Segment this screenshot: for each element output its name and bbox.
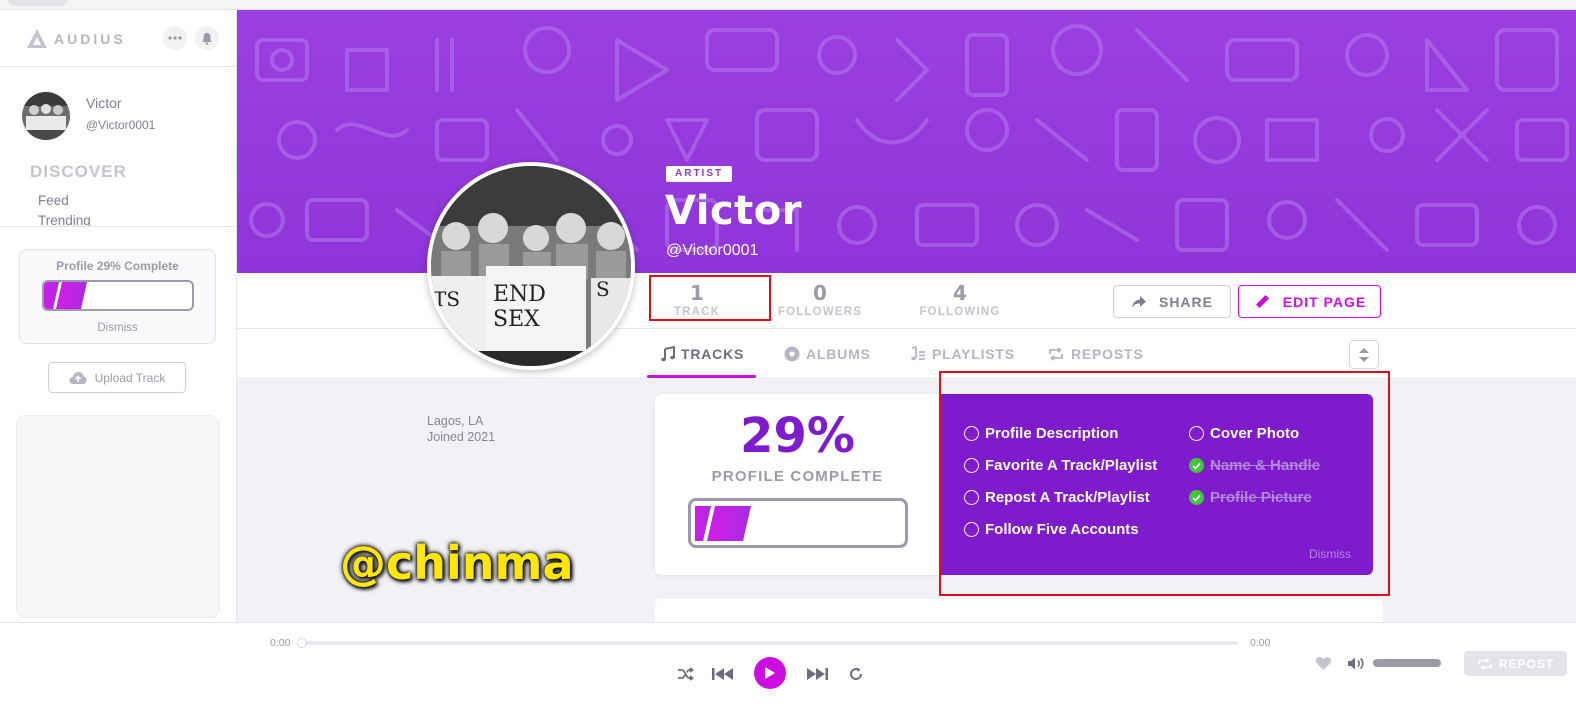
svg-text:END: END	[493, 282, 546, 307]
progress-fill	[44, 282, 87, 309]
sidebar-link-trending[interactable]: Trending	[38, 213, 91, 227]
tab-playlists-label: PLAYLISTS	[932, 346, 1015, 362]
logo-text: AUDIUS	[54, 31, 126, 47]
tab-reposts[interactable]: REPOSTS	[1047, 340, 1144, 368]
playbar	[0, 622, 1576, 714]
completion-percent: 29%	[740, 408, 855, 464]
browser-top-strip	[0, 0, 1576, 10]
discover-heading: DISCOVER	[30, 162, 127, 181]
time-elapsed: 0:00	[270, 637, 291, 649]
profile-picture[interactable]: END SEX TS S	[427, 162, 635, 370]
completion-progress-fill	[695, 506, 751, 541]
profile-progress-title: Profile 29% Complete	[56, 259, 179, 273]
music-note-icon	[661, 346, 675, 362]
notification-bell-icon[interactable]	[195, 26, 219, 50]
profile-location: Lagos, LA	[427, 414, 484, 428]
profile-photo-image: END SEX TS S	[431, 166, 631, 366]
repost-icon	[1478, 657, 1492, 670]
favorite-heart-icon[interactable]	[1314, 655, 1332, 671]
shuffle-icon[interactable]	[676, 666, 694, 682]
next-track-icon[interactable]	[805, 666, 829, 682]
stat-following-value: 4	[953, 281, 967, 305]
svg-text:TS: TS	[433, 287, 460, 311]
sidebar-link-feed[interactable]: Feed	[38, 193, 69, 208]
active-tab-underline	[647, 375, 756, 378]
tab-reposts-label: REPOSTS	[1071, 346, 1144, 362]
audius-logo-icon	[27, 29, 47, 48]
play-button[interactable]	[754, 657, 786, 689]
play-icon	[765, 667, 775, 679]
user-avatar[interactable]	[22, 92, 70, 140]
profile-location-info: Lagos, LA Joined 2021	[427, 413, 495, 445]
completion-label: PROFILE COMPLETE	[711, 468, 884, 485]
seek-handle[interactable]	[297, 638, 307, 648]
tab-albums-label: ALBUMS	[806, 346, 871, 362]
artist-handle: @Victor0001	[666, 242, 759, 259]
audius-logo[interactable]: AUDIUS	[26, 28, 126, 50]
watermark-text: @chinma	[340, 536, 574, 590]
sidebar-user-handle[interactable]: @Victor0001	[86, 118, 155, 132]
profile-progress-bar	[42, 280, 194, 311]
sort-button[interactable]	[1349, 340, 1379, 369]
stat-followers[interactable]: 0 FOLLOWERS	[770, 282, 870, 318]
share-button[interactable]: SHARE	[1113, 285, 1231, 318]
sidebar-empty-card	[16, 415, 220, 618]
pencil-icon	[1254, 294, 1269, 309]
seek-bar[interactable]	[301, 641, 1238, 645]
left-sidebar: AUDIUS Victor @Victor0001 DISCOVER Feed …	[0, 10, 237, 622]
more-options-icon[interactable]	[163, 26, 187, 50]
top-tab-pill	[8, 0, 68, 6]
stat-followers-value: 0	[813, 281, 827, 305]
album-icon	[784, 346, 800, 362]
completion-progress-bar	[688, 498, 908, 548]
volume-slider[interactable]	[1373, 659, 1441, 667]
repeat-icon[interactable]	[848, 666, 864, 682]
artist-badge: ARTIST	[666, 166, 733, 182]
profile-joined: Joined 2021	[427, 430, 496, 444]
sidebar-user-name[interactable]: Victor	[86, 95, 122, 111]
upload-track-button[interactable]: Upload Track	[48, 362, 186, 393]
cloud-upload-icon	[69, 371, 87, 384]
upload-track-label: Upload Track	[94, 370, 166, 385]
volume-icon[interactable]	[1347, 655, 1365, 671]
player-repost-label: REPOST	[1498, 656, 1555, 671]
playlist-icon	[911, 346, 925, 361]
previous-track-icon[interactable]	[711, 666, 735, 682]
sort-arrows-icon	[1359, 347, 1369, 362]
edit-page-label: EDIT PAGE	[1282, 293, 1367, 310]
svg-text:S: S	[596, 277, 610, 301]
stat-followers-label: FOLLOWERS	[777, 306, 863, 318]
share-arrow-icon	[1131, 295, 1146, 308]
tab-playlists[interactable]: PLAYLISTS	[908, 340, 1015, 368]
profile-completion-card: 29% PROFILE COMPLETE	[655, 394, 940, 575]
progress-dismiss-link[interactable]: Dismiss	[20, 322, 215, 334]
stat-following-label: FOLLOWING	[919, 306, 1001, 318]
tab-tracks[interactable]: TRACKS	[661, 340, 744, 368]
tab-tracks-label: TRACKS	[681, 346, 745, 362]
artist-name: Victor	[665, 188, 803, 234]
svg-text:SEX: SEX	[493, 307, 540, 332]
tab-albums[interactable]: ALBUMS	[784, 340, 871, 368]
sidebar-divider	[0, 226, 237, 227]
sidebar-divider	[0, 66, 237, 67]
share-label: SHARE	[1158, 293, 1213, 310]
player-repost-button[interactable]: REPOST	[1464, 651, 1567, 676]
edit-page-button[interactable]: EDIT PAGE	[1238, 285, 1381, 318]
repost-icon	[1049, 347, 1063, 361]
time-total: 0:00	[1250, 637, 1271, 649]
stat-following[interactable]: 4 FOLLOWING	[910, 282, 1010, 318]
profile-progress-card: Profile 29% Complete Dismiss	[19, 249, 216, 344]
checklist-highlight	[939, 371, 1390, 596]
track-stat-highlight	[649, 275, 771, 321]
